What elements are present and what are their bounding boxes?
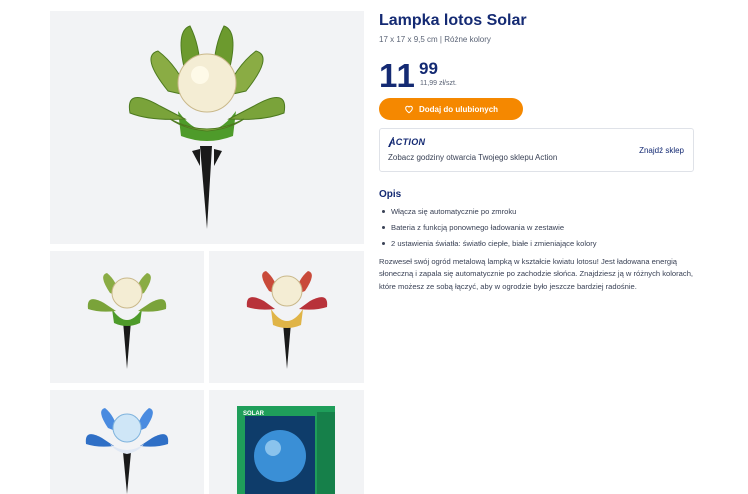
gallery-thumbnail-red[interactable] xyxy=(209,251,364,383)
description-body: Rozweseł swój ogród metalową lampką w ks… xyxy=(379,257,694,291)
add-to-favorites-button[interactable]: Dodaj do ulubionych xyxy=(379,98,523,120)
feature-item: Włącza się automatycznie po zmroku xyxy=(379,204,597,220)
heart-icon xyxy=(405,105,413,114)
price-integer: 11 xyxy=(379,57,416,94)
price-decimal: 99 xyxy=(419,59,438,78)
add-to-favorites-label: Dodaj do ulubionych xyxy=(418,104,499,114)
action-logo: ACTION xyxy=(388,137,425,147)
gallery-thumbnail-green[interactable] xyxy=(50,251,204,383)
box-brand-label: SOLAR xyxy=(243,411,265,417)
store-hours-text: Zobacz godziny otwarcia Twojego sklepu A… xyxy=(388,153,558,162)
gallery-thumbnail-box[interactable]: SOLAR xyxy=(209,390,364,494)
lotus-lamp-red-thumb xyxy=(246,271,328,369)
main-product-image[interactable] xyxy=(50,11,364,244)
product-gallery: SOLAR xyxy=(0,0,370,494)
product-dimensions: 17 x 17 x 9,5 cm | Różne kolory xyxy=(379,35,491,44)
feature-item: Bateria z funkcją ponownego ładowania w … xyxy=(379,220,597,236)
lotus-lamp-box-thumb: SOLAR xyxy=(237,406,335,494)
store-info-box: ACTION Zobacz godziny otwarcia Twojego s… xyxy=(379,128,694,172)
description-heading: Opis xyxy=(379,189,402,200)
feature-item: 2 ustawienia światła: światło ciepłe, bi… xyxy=(379,236,597,252)
lotus-lamp-green-thumb xyxy=(87,273,167,369)
unit-price: 11,99 zł/szt. xyxy=(420,80,457,87)
lotus-lamp-blue-thumb xyxy=(85,408,169,494)
feature-list: Włącza się automatycznie po zmroku Bater… xyxy=(379,204,597,252)
lotus-lamp-green-image xyxy=(128,25,286,229)
find-store-link[interactable]: Znajdź sklep xyxy=(639,146,684,155)
product-title: Lampka lotos Solar xyxy=(379,12,527,29)
action-logo-mark xyxy=(388,137,394,147)
gallery-thumbnail-blue[interactable] xyxy=(50,390,204,494)
